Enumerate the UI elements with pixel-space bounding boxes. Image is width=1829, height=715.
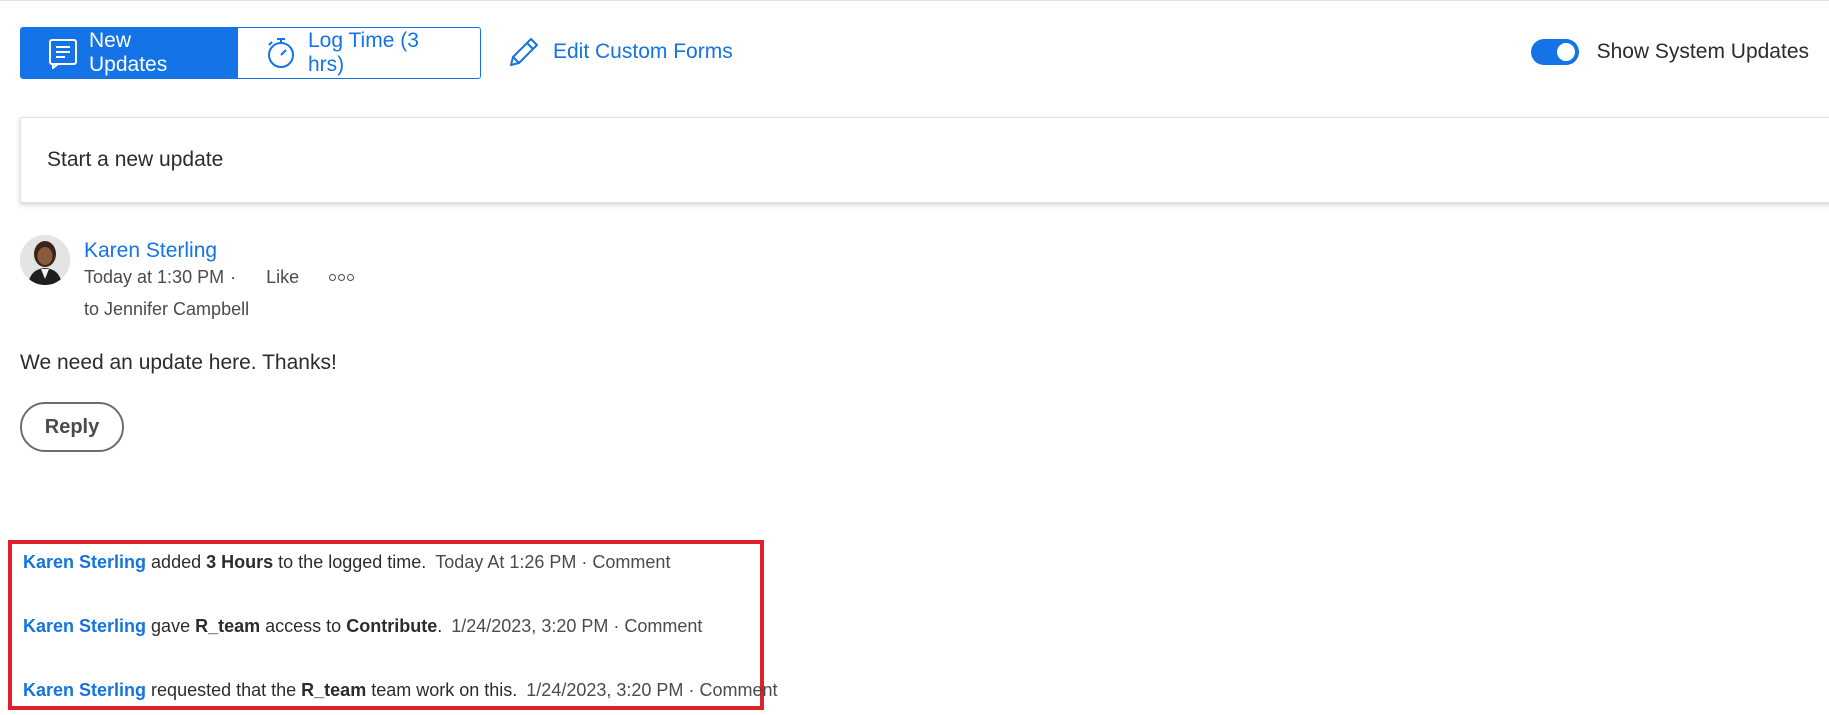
post-author[interactable]: Karen Sterling: [84, 239, 217, 263]
like-button[interactable]: Like: [266, 267, 299, 288]
update-text: to the logged time.: [278, 552, 427, 572]
updates-page: New Updates Log Time (3 hrs) Edit Custom: [0, 0, 1829, 715]
tab-new-updates-label: New Updates: [89, 29, 168, 76]
comment-link[interactable]: Comment: [592, 552, 670, 572]
new-update-input[interactable]: Start a new update: [20, 117, 1829, 203]
updates-toolbar: New Updates Log Time (3 hrs) Edit Custom: [20, 27, 1809, 79]
tab-log-time[interactable]: Log Time (3 hrs): [237, 28, 480, 78]
update-text: access to: [265, 616, 342, 636]
system-update-author[interactable]: Karen Sterling: [23, 616, 146, 636]
tab-log-time-label: Log Time (3 hrs): [308, 29, 419, 76]
update-separator: ·: [688, 680, 695, 700]
avatar[interactable]: [20, 235, 70, 285]
system-updates-switch[interactable]: [1530, 39, 1579, 65]
meta-separator: ·: [230, 267, 237, 287]
more-options-icon[interactable]: [329, 274, 355, 281]
update-time: 1/24/2023, 3:20 PM: [526, 680, 684, 700]
reply-button[interactable]: Reply: [20, 402, 124, 452]
system-updates-toggle-group: Show System Updates: [1530, 27, 1809, 77]
update-separator: ·: [613, 616, 620, 636]
switch-knob: [1556, 43, 1575, 61]
system-update-item: Karen Sterling added 3 Hours to the logg…: [23, 552, 670, 573]
post-recipient: to Jennifer Campbell: [84, 299, 250, 319]
post-meta: Today at 1:30 PM · Like: [84, 267, 355, 288]
new-update-placeholder: Start a new update: [47, 148, 224, 171]
avatar-image: [20, 235, 70, 285]
update-text: .: [437, 616, 443, 636]
update-value: 3 Hours: [206, 552, 274, 572]
edit-custom-forms-link[interactable]: Edit Custom Forms: [507, 27, 733, 77]
system-updates-label: Show System Updates: [1596, 40, 1809, 63]
update-value: Contribute: [346, 616, 438, 636]
pencil-icon: [510, 38, 538, 66]
update-time: 1/24/2023, 3:20 PM: [451, 616, 609, 636]
update-separator: ·: [581, 552, 588, 572]
post-time: Today at 1:30 PM: [84, 267, 225, 287]
system-update-author[interactable]: Karen Sterling: [23, 552, 146, 572]
update-text: gave: [151, 616, 191, 636]
comment-link[interactable]: Comment: [699, 680, 777, 700]
update-value: R_team: [195, 616, 261, 636]
system-update-author[interactable]: Karen Sterling: [23, 680, 146, 700]
edit-custom-forms-label: Edit Custom Forms: [553, 40, 733, 63]
tab-new-updates[interactable]: New Updates: [21, 28, 237, 78]
system-update-item: Karen Sterling gave R_team access to Con…: [23, 616, 702, 637]
system-update-item: Karen Sterling requested that the R_team…: [23, 680, 777, 701]
update-value: R_team: [301, 680, 367, 700]
update-text: team work on this.: [371, 680, 518, 700]
notes-icon: [49, 39, 77, 69]
post-message: We need an update here. Thanks!: [20, 351, 337, 374]
updates-tab-group: New Updates Log Time (3 hrs): [20, 27, 481, 79]
update-text: requested that the: [151, 680, 297, 700]
system-updates-list: Karen Sterling added 3 Hours to the logg…: [8, 540, 777, 710]
update-time: Today At 1:26 PM: [435, 552, 577, 572]
stopwatch-icon: [268, 38, 294, 68]
comment-link[interactable]: Comment: [624, 616, 702, 636]
update-text: added: [151, 552, 202, 572]
